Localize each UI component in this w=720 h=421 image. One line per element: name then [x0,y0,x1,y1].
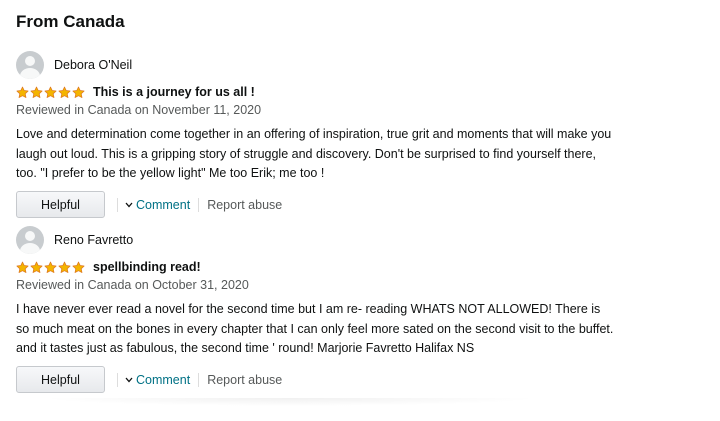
divider [117,372,118,387]
comment-link[interactable]: Comment [125,198,190,212]
helpful-button[interactable]: Helpful [16,191,105,218]
reviewer-profile[interactable]: Debora O'Neil [16,51,706,79]
divider [117,197,118,212]
star-icon [58,261,71,273]
reviewer-profile[interactable]: Reno Favretto [16,226,706,254]
section-title: From Canada [16,12,125,31]
review-date: Reviewed in Canada on October 31, 2020 [16,278,249,292]
review: Debora O'Neil This is a journey for us a… [16,51,706,219]
star-icon [44,261,57,273]
review: Reno Favretto spellbinding read! Reviewe… [16,226,706,394]
review-title[interactable]: spellbinding read! [93,260,201,274]
star-rating[interactable] [16,86,85,99]
star-icon [72,261,85,273]
star-icon [16,86,29,98]
avatar [16,51,44,79]
review-title[interactable]: This is a journey for us all ! [93,85,255,99]
divider [198,372,200,387]
divider [198,197,200,212]
report-abuse-link[interactable]: Report abuse [207,198,282,212]
reviewer-name[interactable]: Debora O'Neil [54,58,132,72]
star-icon [72,86,85,98]
star-icon [58,86,71,98]
star-icon [30,261,43,273]
chevron-down-icon [125,377,133,382]
review-body: I have never ever read a novel for the s… [16,302,614,355]
star-icon [30,86,43,98]
review-body: Love and determination come together in … [16,127,612,180]
section-bottom-shadow [40,398,540,406]
chevron-down-icon [125,202,133,207]
star-icon [44,86,57,98]
comment-label[interactable]: Comment [136,198,190,212]
comment-link[interactable]: Comment [125,373,190,387]
star-icon [16,261,29,273]
reviewer-name[interactable]: Reno Favretto [54,233,133,247]
star-rating[interactable] [16,261,85,274]
avatar [16,226,44,254]
comment-label[interactable]: Comment [136,373,190,387]
review-date: Reviewed in Canada on November 11, 2020 [16,103,262,117]
helpful-button[interactable]: Helpful [16,366,105,393]
report-abuse-link[interactable]: Report abuse [207,373,282,387]
